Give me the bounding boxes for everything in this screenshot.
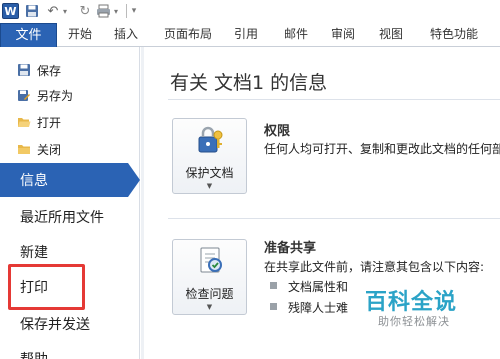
undo-icon[interactable]: ↶ (45, 3, 61, 19)
bullet-marker (270, 303, 277, 310)
tab-special-features[interactable]: 特色功能 (424, 22, 484, 47)
check-for-issues-label: 检查问题 (185, 287, 234, 301)
tab-references[interactable]: 引用 (229, 22, 263, 47)
tab-insert[interactable]: 插入 (109, 22, 143, 47)
save-icon (17, 63, 31, 77)
tab-mailings[interactable]: 邮件 (279, 22, 313, 47)
save-as-icon (17, 88, 31, 102)
save-icon[interactable] (24, 3, 40, 19)
print-preview-icon[interactable] (95, 3, 111, 19)
open-command[interactable]: 打开 (0, 111, 140, 133)
open-folder-icon (17, 115, 31, 129)
save-command-label: 保存 (37, 63, 62, 78)
tab-review[interactable]: 审阅 (326, 22, 360, 47)
section-divider (168, 218, 500, 219)
close-command-label: 关闭 (37, 142, 62, 157)
tab-home[interactable]: 开始 (63, 22, 97, 47)
protect-document-button[interactable]: 保护文档 ▼ (172, 118, 247, 194)
nav-info[interactable]: 信息 (0, 163, 128, 197)
quick-access-toolbar: W ↶ ▾ ↻ ▾ ▾ (0, 0, 500, 22)
save-as-command[interactable]: 另存为 (0, 84, 140, 106)
undo-dropdown-icon[interactable]: ▾ (61, 3, 69, 19)
bullet-marker (270, 282, 277, 289)
redo-icon[interactable]: ↻ (77, 3, 93, 19)
save-as-command-label: 另存为 (37, 88, 74, 103)
bullet-document-properties: 文档属性和 (288, 280, 349, 294)
toolbar-separator (126, 4, 127, 18)
print-highlight-box (8, 264, 85, 310)
nav-selected-arrow (128, 163, 140, 197)
panel-divider (141, 47, 144, 359)
save-command[interactable]: 保存 (0, 59, 140, 81)
tab-file[interactable]: 文件 (0, 23, 57, 47)
prepare-description: 在共享此文件前，请注意其包含以下内容: (264, 260, 485, 274)
lock-key-icon (196, 125, 226, 158)
watermark-tagline: 助你轻松解决 (378, 315, 450, 328)
protect-document-label: 保护文档 (185, 166, 234, 180)
print-dropdown-icon[interactable]: ▾ (112, 3, 120, 19)
watermark-logo-text: 百科全说 (365, 290, 458, 315)
customize-toolbar-icon[interactable]: ▾ (129, 3, 139, 19)
permissions-heading: 权限 (264, 124, 291, 139)
dropdown-arrow-icon: ▼ (206, 303, 213, 311)
prepare-heading: 准备共享 (264, 241, 317, 256)
nav-new[interactable]: 新建 (0, 239, 138, 265)
bullet-accessibility: 残障人士难 (288, 301, 349, 315)
checklist-icon (196, 246, 226, 279)
ribbon-tab-bar: 文件 开始 插入 页面布局 引用 邮件 审阅 视图 特色功能 (0, 22, 500, 47)
open-command-label: 打开 (37, 115, 62, 130)
page-title: 有关 文档1 的信息 (170, 72, 328, 94)
close-folder-icon (17, 142, 31, 156)
close-command[interactable]: 关闭 (0, 138, 140, 160)
permissions-description: 任何人均可打开、复制和更改此文档的任何部 (264, 142, 500, 156)
nav-recent-files[interactable]: 最近所用文件 (0, 204, 138, 230)
nav-help[interactable]: 帮助 (0, 346, 138, 359)
tab-page-layout[interactable]: 页面布局 (158, 22, 218, 47)
check-for-issues-button[interactable]: 检查问题 ▼ (172, 239, 247, 315)
word-logo-icon: W (2, 3, 19, 19)
tab-view[interactable]: 视图 (374, 22, 408, 47)
nav-save-and-send[interactable]: 保存并发送 (0, 311, 138, 337)
title-divider (168, 99, 500, 100)
dropdown-arrow-icon: ▼ (206, 182, 213, 190)
